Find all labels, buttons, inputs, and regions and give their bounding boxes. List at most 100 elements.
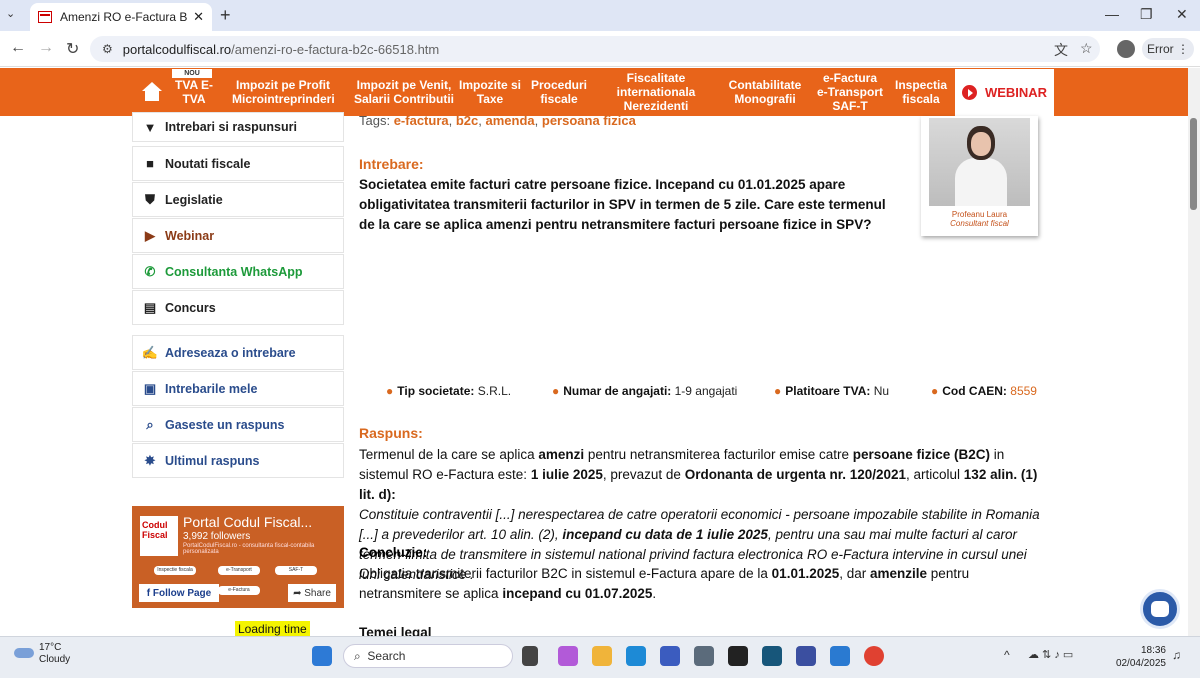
- consultant-card[interactable]: Profeanu Laura Consultant fiscal: [921, 116, 1038, 236]
- concl-seg: , dar: [839, 566, 871, 581]
- nav-item-fiscalitate-internationala[interactable]: Fiscalitate internationala Nerezidenti: [606, 71, 706, 113]
- error-button[interactable]: Error ⋮: [1142, 38, 1194, 60]
- sidebar-item-ultimul[interactable]: ✸ Ultimul raspuns: [132, 443, 344, 478]
- edge-icon[interactable]: [626, 646, 646, 666]
- sidebar-item-label: Webinar: [165, 228, 215, 243]
- file-explorer-icon[interactable]: [592, 646, 612, 666]
- app-icon[interactable]: [762, 646, 782, 666]
- info-tva: ● Platitoare TVA: Nu: [774, 384, 889, 398]
- forward-arrow-icon[interactable]: →: [38, 39, 54, 57]
- info-angajati: ● Numar de angajati: 1-9 angajati: [552, 384, 737, 398]
- search-label: Search: [367, 649, 406, 663]
- search-icon: ⌕: [354, 648, 368, 663]
- sidebar-item-legislatie[interactable]: ⛊ Legislatie: [132, 182, 344, 217]
- browser-tab[interactable]: Amenzi RO e-Factura B2C | Fact ✕: [30, 3, 212, 31]
- answer-seg: Termenul de la care se aplica: [359, 447, 539, 462]
- nav-item-tva[interactable]: TVA E- TVA: [168, 78, 220, 106]
- sidebar-item-label: Legislatie: [165, 192, 223, 207]
- lightbulb-icon: ▼: [143, 119, 157, 135]
- fb-follow-button[interactable]: f Follow Page: [139, 584, 219, 602]
- conclusion-text: Obligatia transmiterii facturilor B2C in…: [359, 564, 1049, 604]
- info-value: 1-9 angajati: [674, 384, 738, 398]
- sidebar-item-noutati[interactable]: ■ Noutati fiscale: [132, 146, 344, 181]
- concl-seg: .: [652, 586, 657, 601]
- reload-icon[interactable]: ↻: [66, 39, 79, 59]
- webinar-nav-button[interactable]: WEBINAR: [955, 69, 1054, 116]
- answer-seg: , prevazut de: [602, 467, 685, 482]
- store-icon[interactable]: [660, 646, 680, 666]
- window-close-icon[interactable]: ✕: [1176, 6, 1188, 23]
- tag-link[interactable]: amenda: [486, 113, 535, 128]
- tag-link[interactable]: persoana fizica: [542, 113, 636, 128]
- error-label: Error: [1146, 42, 1174, 56]
- nav-item-contabilitate[interactable]: Contabilitate Monografii: [722, 78, 808, 106]
- loading-time-label: Loading time: [235, 621, 310, 637]
- site-favicon-icon: [38, 11, 52, 23]
- sidebar-item-whatsapp[interactable]: ✆ Consultanta WhatsApp: [132, 254, 344, 289]
- home-icon[interactable]: [142, 82, 162, 102]
- tab-close-icon[interactable]: ✕: [193, 9, 204, 25]
- sidebar-item-webinar[interactable]: ▶ Webinar: [132, 218, 344, 253]
- sidebar-item-gaseste[interactable]: ⌕ Gaseste un raspuns: [132, 407, 344, 442]
- restore-icon[interactable]: ❐: [1140, 6, 1153, 23]
- weather-widget[interactable]: 17°C Cloudy: [14, 642, 70, 666]
- tray-chevron-icon[interactable]: ^: [1004, 648, 1010, 662]
- scrollbar-thumb[interactable]: [1190, 118, 1197, 210]
- tab-list-chevron-icon[interactable]: ⌄: [6, 7, 15, 20]
- sidebar-item-intrebari[interactable]: ▼ Intrebari si raspunsuri: [132, 112, 344, 142]
- windows-start-icon[interactable]: [312, 646, 332, 666]
- bullet-icon: ●: [386, 384, 394, 398]
- tag-link[interactable]: e-factura: [394, 113, 449, 128]
- taskbar-search[interactable]: ⌕ Search: [343, 644, 513, 668]
- answer-bold: 1 iulie 2025: [530, 467, 603, 482]
- profile-avatar[interactable]: [1117, 40, 1135, 58]
- nav-item-impozite-taxe[interactable]: Impozite si Taxe: [458, 78, 522, 106]
- nav-item-impozit-venit[interactable]: Impozit pe Venit, Salarii Contributii: [354, 78, 454, 106]
- answer-seg: , articolul: [906, 467, 964, 482]
- fb-page-title[interactable]: Portal Codul Fiscal...: [183, 514, 312, 530]
- sidebar-item-intrebarile-mele[interactable]: ▣ Intrebarile mele: [132, 371, 344, 406]
- concl-bold: amenzile: [870, 566, 928, 581]
- fb-followers: 3,992 followers: [183, 531, 251, 542]
- info-caen: ● Cod CAEN: 8559: [931, 384, 1037, 398]
- tag-link[interactable]: b2c: [456, 113, 478, 128]
- translate-icon[interactable]: 文: [1054, 40, 1068, 60]
- fb-chip: e-Factura: [218, 586, 260, 595]
- signature-icon: ✍: [141, 344, 159, 360]
- nav-item-proceduri[interactable]: Proceduri fiscale: [526, 78, 592, 106]
- fb-chip: SAF-T: [275, 566, 317, 575]
- task-view-icon[interactable]: [522, 646, 538, 666]
- settings-gear-icon[interactable]: [694, 646, 714, 666]
- chatbot-icon[interactable]: [1140, 589, 1180, 629]
- sidebar-item-label: Intrebarile mele: [165, 381, 258, 396]
- codul-fiscal-logo: Codul Fiscal: [140, 516, 178, 556]
- facebook-page-widget[interactable]: Codul Fiscal Portal Codul Fiscal... 3,99…: [132, 506, 344, 608]
- copilot-icon[interactable]: [558, 646, 578, 666]
- answer-bold: persoane fizice (B2C): [852, 447, 991, 462]
- minimize-icon[interactable]: —: [1105, 6, 1119, 22]
- cloud-icon: [14, 648, 34, 658]
- tab-title: Amenzi RO e-Factura B2C | Fact: [60, 10, 188, 24]
- site-info-icon[interactable]: ⚙: [102, 42, 113, 56]
- nav-item-impozit-profit[interactable]: Impozit pe Profit Microintreprinderi: [232, 78, 335, 106]
- sidebar-item-label: Adreseaza o intrebare: [165, 345, 296, 360]
- app-icon[interactable]: [796, 646, 816, 666]
- fb-share-button[interactable]: ➦ Share: [288, 584, 336, 602]
- sidebar-item-adreseaza[interactable]: ✍ Adreseaza o intrebare: [132, 335, 344, 370]
- nav-item-inspectia[interactable]: Inspectia fiscala: [890, 78, 952, 106]
- tray-icons[interactable]: ☁ ⇅ ♪ ▭: [1028, 648, 1073, 661]
- back-arrow-icon[interactable]: ←: [10, 39, 26, 57]
- bookmark-star-icon[interactable]: ☆: [1080, 40, 1093, 57]
- webinar-label: WEBINAR: [984, 85, 1048, 100]
- chrome-icon[interactable]: [864, 646, 884, 666]
- taskbar-clock[interactable]: 18:36 02/04/2025: [1112, 644, 1166, 670]
- sidebar-item-concurs[interactable]: ▤ Concurs: [132, 290, 344, 325]
- new-tab-plus-icon[interactable]: +: [220, 5, 231, 26]
- nav-item-efactura[interactable]: e-Factura e-Transport SAF-T: [814, 71, 886, 113]
- app-icon[interactable]: [728, 646, 748, 666]
- caen-link[interactable]: 8559: [1010, 384, 1037, 398]
- concl-seg: Obligatia transmiterii facturilor B2C in…: [359, 566, 772, 581]
- notification-bell-icon[interactable]: ♫: [1172, 648, 1181, 662]
- app-icon[interactable]: [830, 646, 850, 666]
- url-omnibox[interactable]: ⚙ portalcodulfiscal.ro /amenzi-ro-e-fact…: [90, 36, 1100, 62]
